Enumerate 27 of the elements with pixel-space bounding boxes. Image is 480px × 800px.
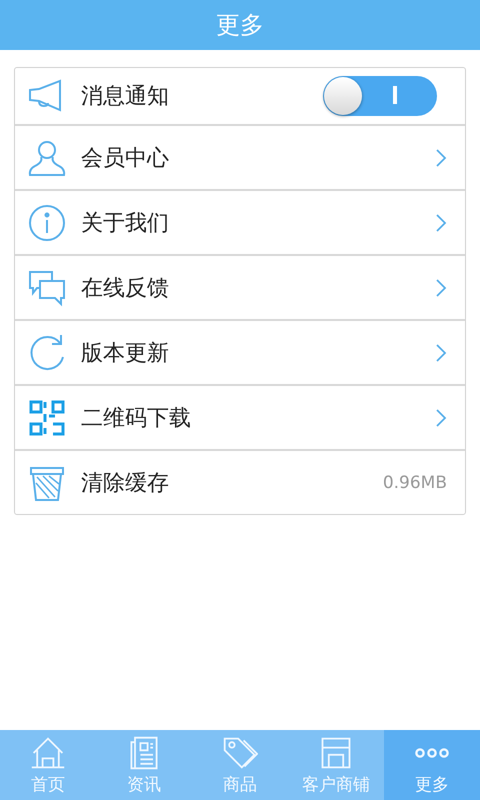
settings-row[interactable]: 二维码下载 <box>15 384 465 449</box>
row-label: 在线反馈 <box>81 274 170 302</box>
tag-icon <box>222 734 258 770</box>
row-label: 会员中心 <box>81 144 170 172</box>
settings-row[interactable]: 关于我们 <box>15 189 465 254</box>
row-label: 清除缓存 <box>81 470 170 498</box>
chevron-icon <box>435 342 447 362</box>
settings-row[interactable]: 版本更新 <box>15 319 465 384</box>
chevron-icon <box>435 212 447 232</box>
settings-row[interactable]: 会员中心 <box>15 124 465 189</box>
row-label: 二维码下载 <box>81 404 192 432</box>
chevron-icon <box>435 408 447 428</box>
settings-row[interactable]: 消息通知 <box>15 68 465 124</box>
info-icon <box>27 202 67 242</box>
home-icon <box>30 734 66 770</box>
more-icon <box>414 746 450 758</box>
chevron-icon <box>435 148 447 168</box>
settings-row[interactable]: 清除缓存 0.96MB <box>15 449 465 514</box>
row-label: 消息通知 <box>81 83 170 111</box>
chevron-icon <box>435 278 447 298</box>
settings-row[interactable]: 在线反馈 <box>15 254 465 319</box>
row-label: 版本更新 <box>81 340 170 368</box>
cache-size: 0.96MB <box>382 472 447 492</box>
page-title: 更多 <box>216 10 264 41</box>
row-label: 关于我们 <box>81 210 170 238</box>
toggle-switch[interactable] <box>323 76 437 116</box>
qr-code-icon <box>27 398 67 438</box>
